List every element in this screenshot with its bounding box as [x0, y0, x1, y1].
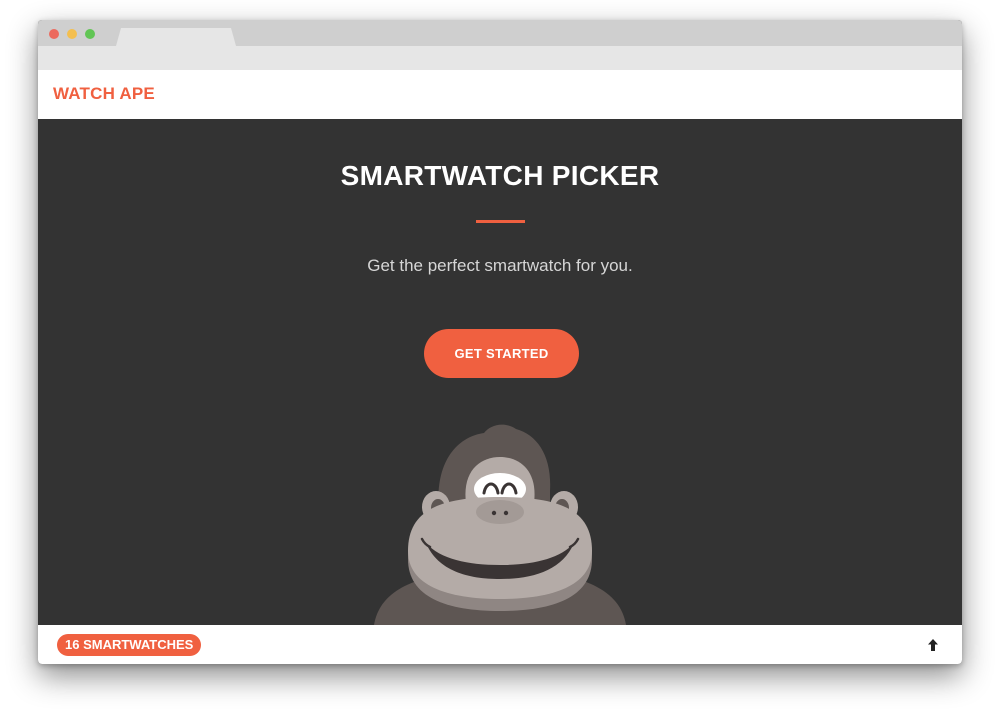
minimize-window-button[interactable] — [67, 29, 77, 39]
gorilla-nose — [476, 500, 524, 524]
hero-subtitle: Get the perfect smartwatch for you. — [367, 256, 633, 275]
arrow-up-icon[interactable] — [926, 638, 940, 652]
hero-section: SMARTWATCH PICKER Get the perfect smartw… — [38, 119, 962, 625]
browser-window: WATCH APE SMARTWATCH PICKER Get the perf… — [38, 20, 962, 664]
title-divider — [476, 220, 525, 223]
get-started-button[interactable]: GET STARTED — [424, 329, 579, 378]
browser-tab[interactable] — [116, 28, 236, 46]
maximize-window-button[interactable] — [85, 29, 95, 39]
site-logo[interactable]: WATCH APE — [53, 84, 155, 104]
site-header: WATCH APE — [38, 70, 962, 119]
gorilla-left-nostril — [491, 510, 497, 516]
gorilla-right-nostril — [503, 510, 509, 516]
browser-toolbar — [38, 46, 962, 70]
smartwatch-count-badge[interactable]: 16 SMARTWATCHES — [57, 634, 202, 656]
close-window-button[interactable] — [49, 29, 59, 39]
page-title: SMARTWATCH PICKER — [340, 160, 660, 191]
browser-titlebar — [38, 20, 962, 46]
site-footer: 16 SMARTWATCHES — [38, 625, 962, 664]
